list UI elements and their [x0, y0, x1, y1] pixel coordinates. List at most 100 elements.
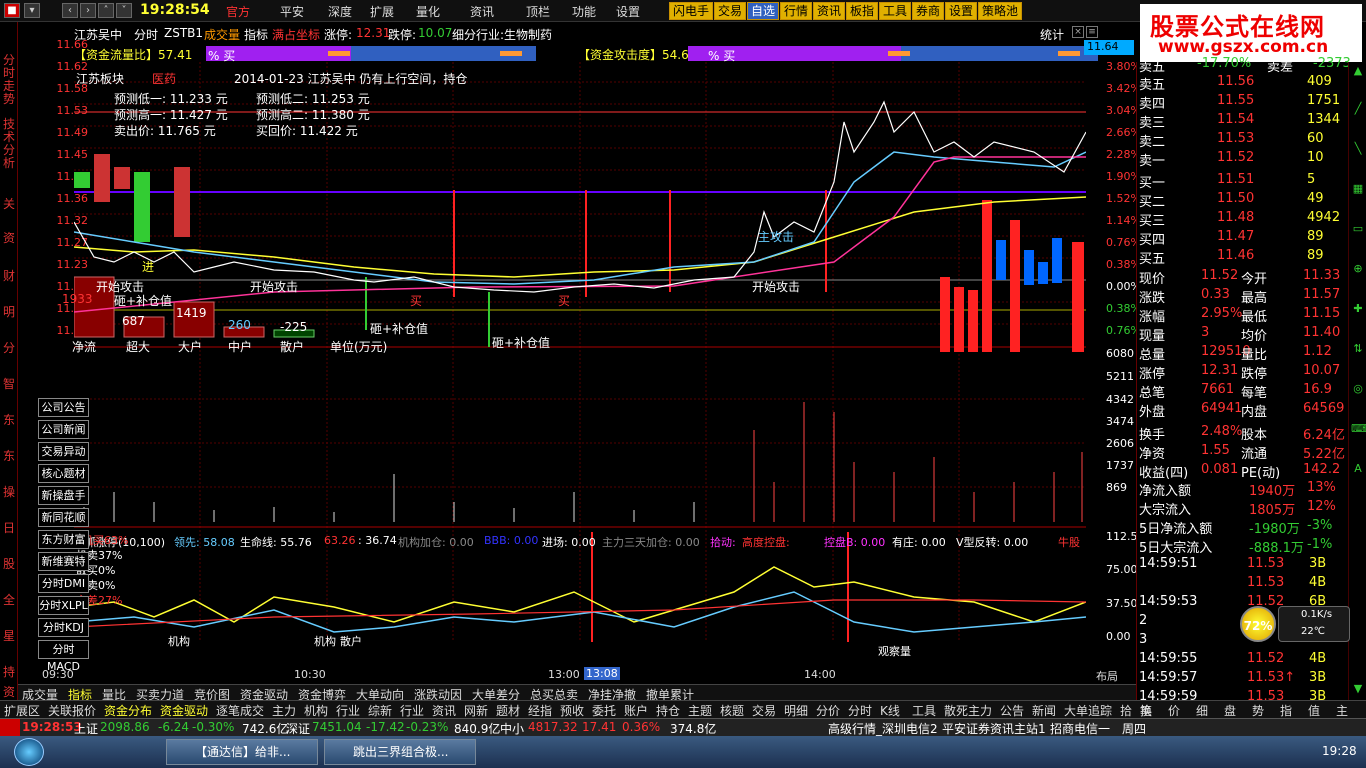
right-tab[interactable]: 势 — [1252, 702, 1264, 719]
right-tab[interactable]: 指 — [1280, 702, 1292, 719]
stat-row[interactable]: 现量 3 均价 11.40 — [1137, 325, 1349, 344]
tool-settings[interactable]: 设置 — [945, 2, 978, 20]
tab-dong2[interactable]: 东 — [2, 450, 16, 463]
extension-tab[interactable]: K线 — [880, 702, 900, 719]
extension-tab[interactable]: 交易 — [752, 702, 776, 719]
tab-zhi[interactable]: 智 — [2, 378, 16, 391]
tool-broker[interactable]: 券商 — [912, 2, 945, 20]
extension-tab[interactable]: 综新 — [368, 702, 392, 719]
tab-cao[interactable]: 操 — [2, 486, 16, 499]
side-button[interactable]: 分时KDJ — [38, 618, 89, 637]
extension-tab[interactable]: 关联报价 — [48, 702, 96, 719]
extension-tab[interactable]: 委托 — [592, 702, 616, 719]
menu-extend[interactable]: 扩展 — [370, 3, 394, 20]
stat-row[interactable]: 现价 11.52 今开 11.33 — [1137, 268, 1349, 287]
flow-row[interactable]: 大宗流入 1805万 12% — [1137, 499, 1349, 518]
tab-guan[interactable]: 关 — [2, 198, 16, 211]
menu-icon[interactable]: ≡ — [1086, 26, 1098, 38]
extension-tab[interactable]: 扩展区 — [4, 702, 40, 719]
down-icon[interactable]: ˅ — [116, 3, 132, 18]
extension-tab[interactable]: 大单追踪 — [1064, 702, 1112, 719]
extension-tab[interactable]: 资金分布 — [104, 702, 152, 719]
ind-label[interactable]: 指标 — [244, 26, 268, 43]
down-arrow-icon[interactable]: ▼ — [1351, 682, 1365, 698]
server-1[interactable]: 高级行情_深圳电信2 — [828, 720, 938, 737]
tick-row[interactable]: 11.53 4B — [1137, 575, 1349, 594]
tab-cai[interactable]: 财 — [2, 270, 16, 283]
tool-info[interactable]: 资讯 — [813, 2, 846, 20]
extension-tab[interactable]: 经指 — [528, 702, 552, 719]
layout-button[interactable]: 布局 — [1096, 668, 1118, 684]
tick-row[interactable]: 14:59:51 11.53 3B — [1137, 556, 1349, 575]
ask-row[interactable]: 卖一 11.52 10 — [1137, 150, 1349, 169]
extension-tab[interactable]: 账户 — [624, 702, 648, 719]
stat-row[interactable]: 收益(四) 0.081 PE(动) 142.2 — [1137, 462, 1349, 481]
taskbar-item-app2[interactable]: 跳出三界组合极... — [324, 739, 476, 765]
right-tab[interactable]: 价 — [1168, 702, 1180, 719]
menu-pingan[interactable]: 平安 — [280, 3, 304, 20]
back-icon[interactable]: ‹ — [62, 3, 78, 18]
tool-strategy[interactable]: 策略池 — [978, 2, 1023, 20]
line-icon[interactable]: ╱ — [1351, 102, 1365, 118]
tab-ri[interactable]: 日 — [2, 522, 16, 535]
extension-tab[interactable]: 分时 — [848, 702, 872, 719]
side-button[interactable]: 新操盘手 — [38, 486, 89, 505]
tool-flash[interactable]: 闪电手 — [669, 2, 714, 20]
side-button[interactable]: 新同花顺 — [38, 508, 89, 527]
bid-row[interactable]: 买四 11.47 89 — [1137, 229, 1349, 248]
side-button[interactable]: 分时MACD — [38, 640, 89, 673]
tool-market[interactable]: 行情 — [780, 2, 813, 20]
taskbar-item-tdx[interactable]: 【通达信】给非... — [166, 739, 318, 765]
extension-tab[interactable]: 公告 — [1000, 702, 1024, 719]
stat-row[interactable]: 净资 1.55 流通 5.22亿 — [1137, 443, 1349, 462]
app-logo-icon[interactable]: ■ — [4, 3, 20, 18]
stat-row[interactable]: 涨跌 0.33 最高 11.57 — [1137, 287, 1349, 306]
stat-row[interactable]: 总笔 7661 每笔 16.9 — [1137, 382, 1349, 401]
tool-watchlist[interactable]: 自选 — [747, 2, 780, 20]
extension-tab[interactable]: 行业 — [336, 702, 360, 719]
extension-tab[interactable]: 资讯 — [432, 702, 456, 719]
side-button[interactable]: 公司公告 — [38, 398, 89, 417]
flow-row[interactable]: 5日净流入额 -1980万 -3% — [1137, 518, 1349, 537]
tool-tools[interactable]: 工具 — [879, 2, 912, 20]
extension-tab[interactable]: 机构 — [304, 702, 328, 719]
ask-row[interactable]: 卖二 11.53 60 — [1137, 131, 1349, 150]
bid-row[interactable]: 买三 11.48 4942 — [1137, 210, 1349, 229]
ask-row[interactable]: 卖五 11.56 409 — [1137, 74, 1349, 93]
side-button[interactable]: 东方财富 — [38, 530, 89, 549]
right-tab[interactable]: 细 — [1196, 702, 1208, 719]
tool-trade[interactable]: 交易 — [714, 2, 747, 20]
extension-tab[interactable]: 网新 — [464, 702, 488, 719]
ask-row[interactable]: 卖三 11.54 1344 — [1137, 112, 1349, 131]
side-button[interactable]: 新维赛特 — [38, 552, 89, 571]
tick-row[interactable]: 14:59:55 11.52 4B — [1137, 651, 1349, 670]
extension-tab[interactable]: 资金驱动 — [160, 702, 208, 719]
right-tab[interactable]: 主 — [1336, 702, 1348, 719]
box-icon[interactable]: ▭ — [1351, 222, 1365, 238]
tab-zi[interactable]: 资 — [2, 232, 16, 245]
bid-row[interactable]: 买五 11.46 89 — [1137, 248, 1349, 267]
vol-label[interactable]: 成交量 — [204, 26, 240, 43]
text-icon[interactable]: A — [1351, 462, 1365, 478]
menu-topbar[interactable]: 顶栏 — [526, 3, 550, 20]
stat-row[interactable]: 换手 2.48% 股本 6.24亿 — [1137, 424, 1349, 443]
extension-tab[interactable]: 核题 — [720, 702, 744, 719]
tab-dong1[interactable]: 东 — [2, 414, 16, 427]
extension-tab[interactable]: 逐笔成交 — [216, 702, 264, 719]
extension-tab[interactable]: 题材 — [496, 702, 520, 719]
cross-icon[interactable]: ✚ — [1351, 302, 1365, 318]
coord-label[interactable]: 满占坐标 — [272, 26, 320, 43]
tab-intraday[interactable]: 分时走势 — [2, 54, 16, 108]
tab-xing[interactable]: 星 — [2, 630, 16, 643]
menu-quant[interactable]: 量化 — [416, 3, 440, 20]
side-button[interactable]: 交易异动 — [38, 442, 89, 461]
tab-zi2[interactable]: 资 — [2, 686, 16, 699]
up-arrow-icon[interactable]: ▲ — [1351, 64, 1365, 80]
extension-tab[interactable]: 明细 — [784, 702, 808, 719]
side-button[interactable]: 分时DMI — [38, 574, 89, 593]
extension-tab[interactable]: 行业 — [400, 702, 424, 719]
up-icon[interactable]: ˄ — [98, 3, 114, 18]
side-button[interactable]: 公司新闻 — [38, 420, 89, 439]
flow-row[interactable]: 净流入额 1940万 13% — [1137, 480, 1349, 499]
forward-icon[interactable]: › — [80, 3, 96, 18]
